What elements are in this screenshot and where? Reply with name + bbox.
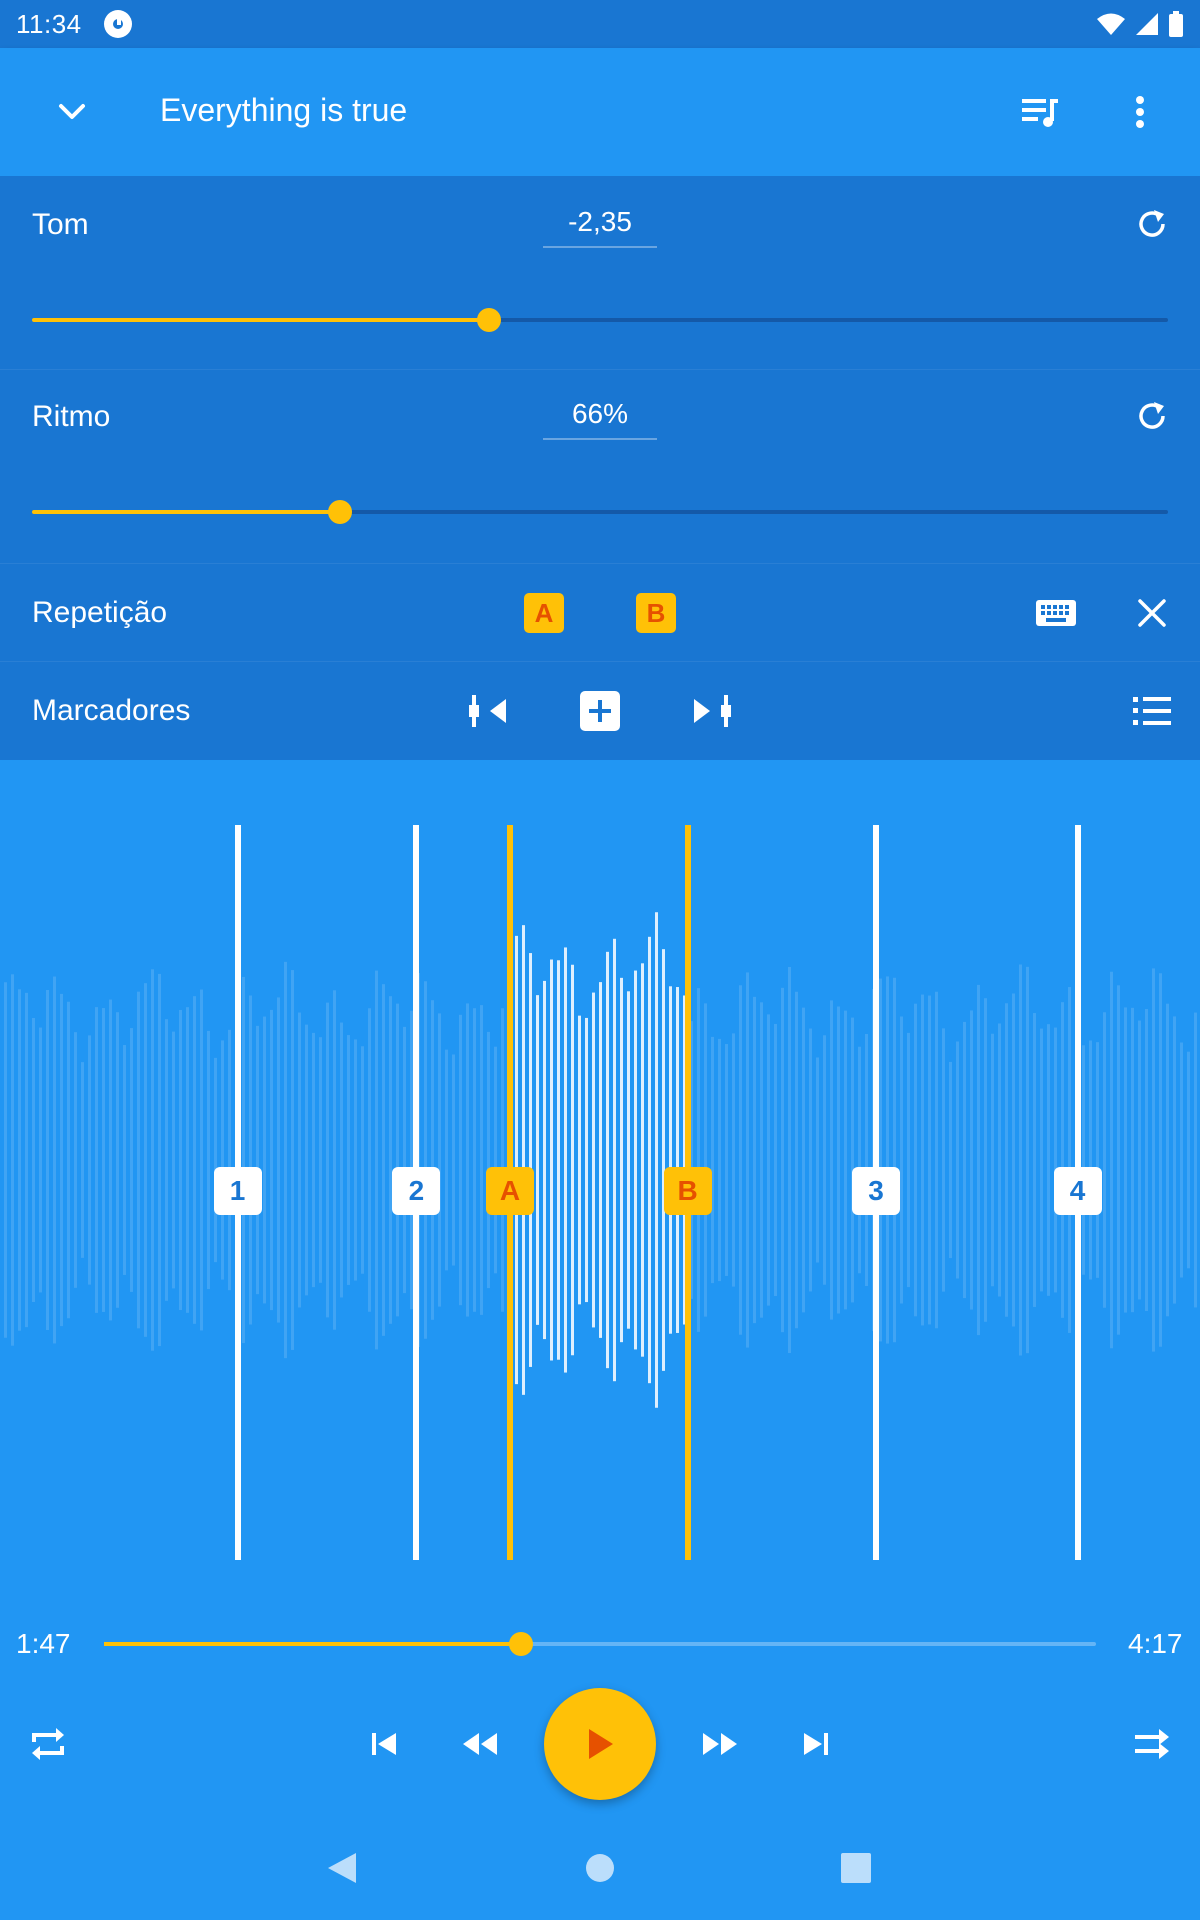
seek-bar-fill [104,1642,521,1646]
tempo-slider-thumb[interactable] [327,500,352,524]
previous-marker-button[interactable] [458,681,518,741]
seek-bar[interactable] [104,1632,1096,1656]
recents-square-icon [841,1853,871,1883]
app-bar: Everything is true [0,48,1200,176]
tempo-row: Ritmo 66% [0,370,1200,564]
navigation-bar [0,1816,1200,1920]
more-options-button[interactable] [1108,80,1172,144]
refresh-icon [1139,210,1165,237]
keyboard-button[interactable] [1026,583,1086,643]
waveform-area[interactable]: 1 2A B 3 4 [0,760,1200,1580]
tempo-reset-button[interactable] [1124,388,1180,444]
clear-loop-button[interactable] [1122,583,1182,643]
pitch-row: Tom -2,35 [0,176,1200,370]
pitch-value-field[interactable]: -2,35 [543,206,657,248]
back-triangle-icon [328,1853,356,1883]
marker-list-icon [1133,697,1171,725]
pitch-slider-thumb[interactable] [476,308,501,332]
marker-label[interactable]: B [663,1167,712,1215]
more-vert-icon [1136,96,1144,128]
collapse-button[interactable] [40,80,104,144]
home-circle-icon [586,1854,614,1882]
marker-list-button[interactable] [1122,681,1182,741]
status-time: 11:34 [16,8,82,39]
seek-bar-thumb[interactable] [508,1632,533,1656]
battery-icon [1169,11,1183,37]
add-marker-icon [580,691,620,731]
add-marker-button[interactable] [570,681,630,741]
play-button[interactable] [544,1688,656,1800]
loop-label: Repetição [32,596,168,629]
total-time: 4:17 [1128,1628,1183,1659]
loop-row: Repetição A B [0,564,1200,662]
signal-icon [1136,13,1158,35]
fast-forward-icon [703,1733,737,1755]
close-icon [1138,599,1166,627]
nav-back-button[interactable] [312,1838,372,1898]
pitch-label: Tom [32,208,89,241]
nav-home-button[interactable] [570,1838,630,1898]
marker-label[interactable]: 1 [213,1167,262,1215]
markers-label: Marcadores [32,694,191,727]
skip-previous-icon [372,1733,396,1755]
tempo-label: Ritmo [32,400,111,433]
pitch-slider-fill [32,318,489,322]
markers-row: Marcadores [0,662,1200,760]
pitch-slider[interactable] [32,308,1168,332]
queue-button[interactable] [1008,80,1072,144]
previous-track-button[interactable] [348,1708,420,1780]
loop-a-button[interactable]: A [524,593,564,633]
queue-music-icon [1022,99,1058,127]
refresh-icon [1139,402,1165,429]
repeat-icon [32,1728,64,1760]
marker-label[interactable]: 2 [392,1167,441,1215]
skip-next-icon [804,1733,828,1755]
song-title: Everything is true [160,92,408,128]
shuffle-button[interactable] [1116,1708,1188,1780]
tempo-slider-fill [32,510,340,514]
fast-forward-button[interactable] [684,1708,756,1780]
marker-label[interactable]: 4 [1053,1167,1102,1215]
next-track-button[interactable] [780,1708,852,1780]
play-icon [589,1729,613,1759]
keyboard-icon [1036,600,1076,626]
previous-marker-icon [469,695,506,727]
repeat-button[interactable] [12,1708,84,1780]
marker-label[interactable]: A [486,1167,534,1215]
next-marker-icon [694,695,731,727]
notification-icon [103,10,132,38]
status-bar: 11:34 [0,0,1200,48]
tempo-slider[interactable] [32,500,1168,524]
loop-b-button[interactable]: B [636,593,676,633]
chevron-down-icon [59,104,85,119]
current-time: 1:47 [16,1628,71,1659]
next-marker-button[interactable] [682,681,742,741]
nav-recents-button[interactable] [826,1838,886,1898]
marker-label[interactable]: 3 [852,1167,900,1215]
control-panel: Tom -2,35 Ritmo 66% Repetição A B Marcad… [0,176,1200,760]
waveform [4,912,1197,1408]
tempo-value-field[interactable]: 66% [543,398,657,440]
pitch-reset-button[interactable] [1124,196,1180,252]
shuffle-icon [1135,1729,1169,1759]
wifi-icon [1097,13,1125,35]
rewind-button[interactable] [444,1708,516,1780]
rewind-icon [463,1733,497,1755]
